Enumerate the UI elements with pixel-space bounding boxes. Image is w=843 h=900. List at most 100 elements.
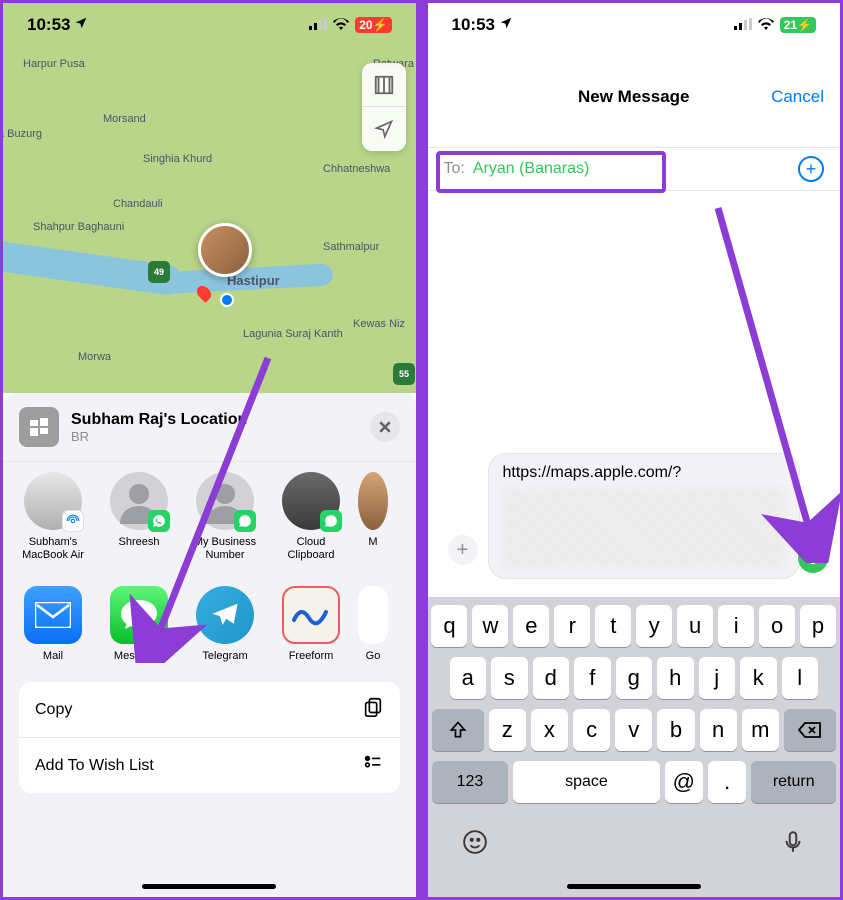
map-view[interactable]: Harpur Pusa Morsand Singhia Khurd Chanda… — [3, 3, 416, 393]
freeform-icon — [282, 586, 340, 644]
user-avatar-pin[interactable] — [198, 223, 252, 277]
key-z[interactable]: z — [489, 709, 526, 751]
key-u[interactable]: u — [677, 605, 713, 647]
key-k[interactable]: k — [740, 657, 777, 699]
space-key[interactable]: space — [513, 761, 659, 803]
telegram-icon — [196, 586, 254, 644]
key-m[interactable]: m — [742, 709, 779, 751]
share-app-mail[interactable]: Mail — [19, 586, 87, 662]
dictation-button[interactable] — [780, 829, 806, 862]
key-q[interactable]: q — [431, 605, 467, 647]
key-l[interactable]: l — [782, 657, 819, 699]
contact-label: Subham's MacBook Air — [19, 536, 87, 562]
key-e[interactable]: e — [513, 605, 549, 647]
key-f[interactable]: f — [574, 657, 611, 699]
key-x[interactable]: x — [531, 709, 568, 751]
avatar — [24, 472, 82, 530]
status-time: 10:53 — [452, 15, 495, 35]
link-text: https://maps.apple.com/? — [503, 464, 786, 482]
avatar — [110, 472, 168, 530]
home-indicator[interactable] — [567, 884, 701, 889]
location-card-icon — [19, 407, 59, 447]
key-r[interactable]: r — [554, 605, 590, 647]
to-field[interactable]: To: Aryan (Banaras) + — [428, 147, 841, 191]
app-label: Go — [366, 650, 381, 662]
wishlist-icon — [362, 752, 384, 779]
location-arrow-icon — [74, 15, 88, 35]
share-contact[interactable]: M — [363, 472, 383, 562]
share-app-messages[interactable]: Messages — [105, 586, 173, 662]
contact-label: Shreesh — [119, 536, 160, 549]
action-copy[interactable]: Copy — [19, 682, 400, 738]
share-app-freeform[interactable]: Freeform — [277, 586, 345, 662]
map-place-label: Singhia Khurd — [143, 153, 212, 165]
share-sheet: Subham Raj's Location BR Subham's MacBoo… — [3, 393, 416, 897]
share-contact[interactable]: Cloud Clipboard — [277, 472, 345, 562]
route-badge: 49 — [148, 261, 170, 283]
backspace-key[interactable] — [784, 709, 836, 751]
battery-indicator: 20⚡ — [355, 17, 391, 33]
share-contacts-row: Subham's MacBook Air Shreesh My Business… — [3, 461, 416, 572]
share-apps-row: Mail Messages Telegram Freeform — [3, 572, 416, 676]
emoji-button[interactable] — [462, 829, 488, 862]
key-s[interactable]: s — [491, 657, 528, 699]
key-t[interactable]: t — [595, 605, 631, 647]
key-b[interactable]: b — [657, 709, 694, 751]
wifi-icon — [758, 15, 774, 35]
share-subtitle: BR — [71, 429, 358, 444]
shift-key[interactable] — [432, 709, 484, 751]
message-input[interactable]: https://maps.apple.com/? — [488, 453, 801, 579]
bolt-icon: ⚡ — [797, 18, 812, 32]
app-label: Freeform — [289, 650, 334, 662]
key-i[interactable]: i — [718, 605, 754, 647]
keyboard-row: zxcvbnm — [432, 709, 837, 751]
key-j[interactable]: j — [699, 657, 736, 699]
blurred-content — [503, 488, 786, 568]
share-app-telegram[interactable]: Telegram — [191, 586, 259, 662]
map-layers-button[interactable] — [362, 63, 406, 107]
key-g[interactable]: g — [616, 657, 653, 699]
recipient-chip[interactable]: Aryan (Banaras) — [473, 160, 590, 178]
at-key[interactable]: @ — [665, 761, 703, 803]
keyboard-row: qwertyuiop — [432, 605, 837, 647]
cancel-button[interactable]: Cancel — [771, 87, 824, 107]
key-d[interactable]: d — [533, 657, 570, 699]
map-place-label: Harpur Pusa — [23, 58, 85, 70]
key-y[interactable]: y — [636, 605, 672, 647]
current-location-dot — [220, 293, 234, 307]
map-place-label: Lagunia Suraj Kanth — [243, 328, 343, 340]
app-label: Mail — [43, 650, 63, 662]
key-w[interactable]: w — [472, 605, 508, 647]
key-c[interactable]: c — [573, 709, 610, 751]
key-n[interactable]: n — [700, 709, 737, 751]
share-contact[interactable]: Shreesh — [105, 472, 173, 562]
share-contact[interactable]: Subham's MacBook Air — [19, 472, 87, 562]
status-bar: 10:53 20⚡ — [3, 3, 416, 47]
key-h[interactable]: h — [657, 657, 694, 699]
airdrop-icon — [62, 510, 84, 532]
home-indicator[interactable] — [142, 884, 276, 889]
key-a[interactable]: a — [450, 657, 487, 699]
keyboard: qwertyuiop asdfghjkl zxcvbnm 123 space @… — [428, 597, 841, 897]
bolt-icon: ⚡ — [373, 18, 388, 32]
keyboard-row: asdfghjkl — [432, 657, 837, 699]
map-place-label: Chandauli — [113, 198, 163, 210]
return-key[interactable]: return — [751, 761, 836, 803]
send-button[interactable] — [798, 543, 828, 573]
key-v[interactable]: v — [615, 709, 652, 751]
numbers-key[interactable]: 123 — [432, 761, 509, 803]
avatar — [196, 472, 254, 530]
add-recipient-button[interactable]: + — [798, 156, 824, 182]
map-place-label: Kewas Niz — [353, 318, 405, 330]
key-p[interactable]: p — [800, 605, 836, 647]
action-wishlist[interactable]: Add To Wish List — [19, 738, 400, 793]
share-contact[interactable]: My Business Number — [191, 472, 259, 562]
key-o[interactable]: o — [759, 605, 795, 647]
close-button[interactable] — [370, 412, 400, 442]
share-app-more[interactable]: Go — [363, 586, 383, 662]
route-badge: 55 — [393, 363, 415, 385]
dot-key[interactable]: . — [708, 761, 746, 803]
add-attachment-button[interactable]: + — [448, 535, 478, 565]
battery-indicator: 21⚡ — [780, 17, 816, 33]
map-locate-button[interactable] — [362, 107, 406, 151]
